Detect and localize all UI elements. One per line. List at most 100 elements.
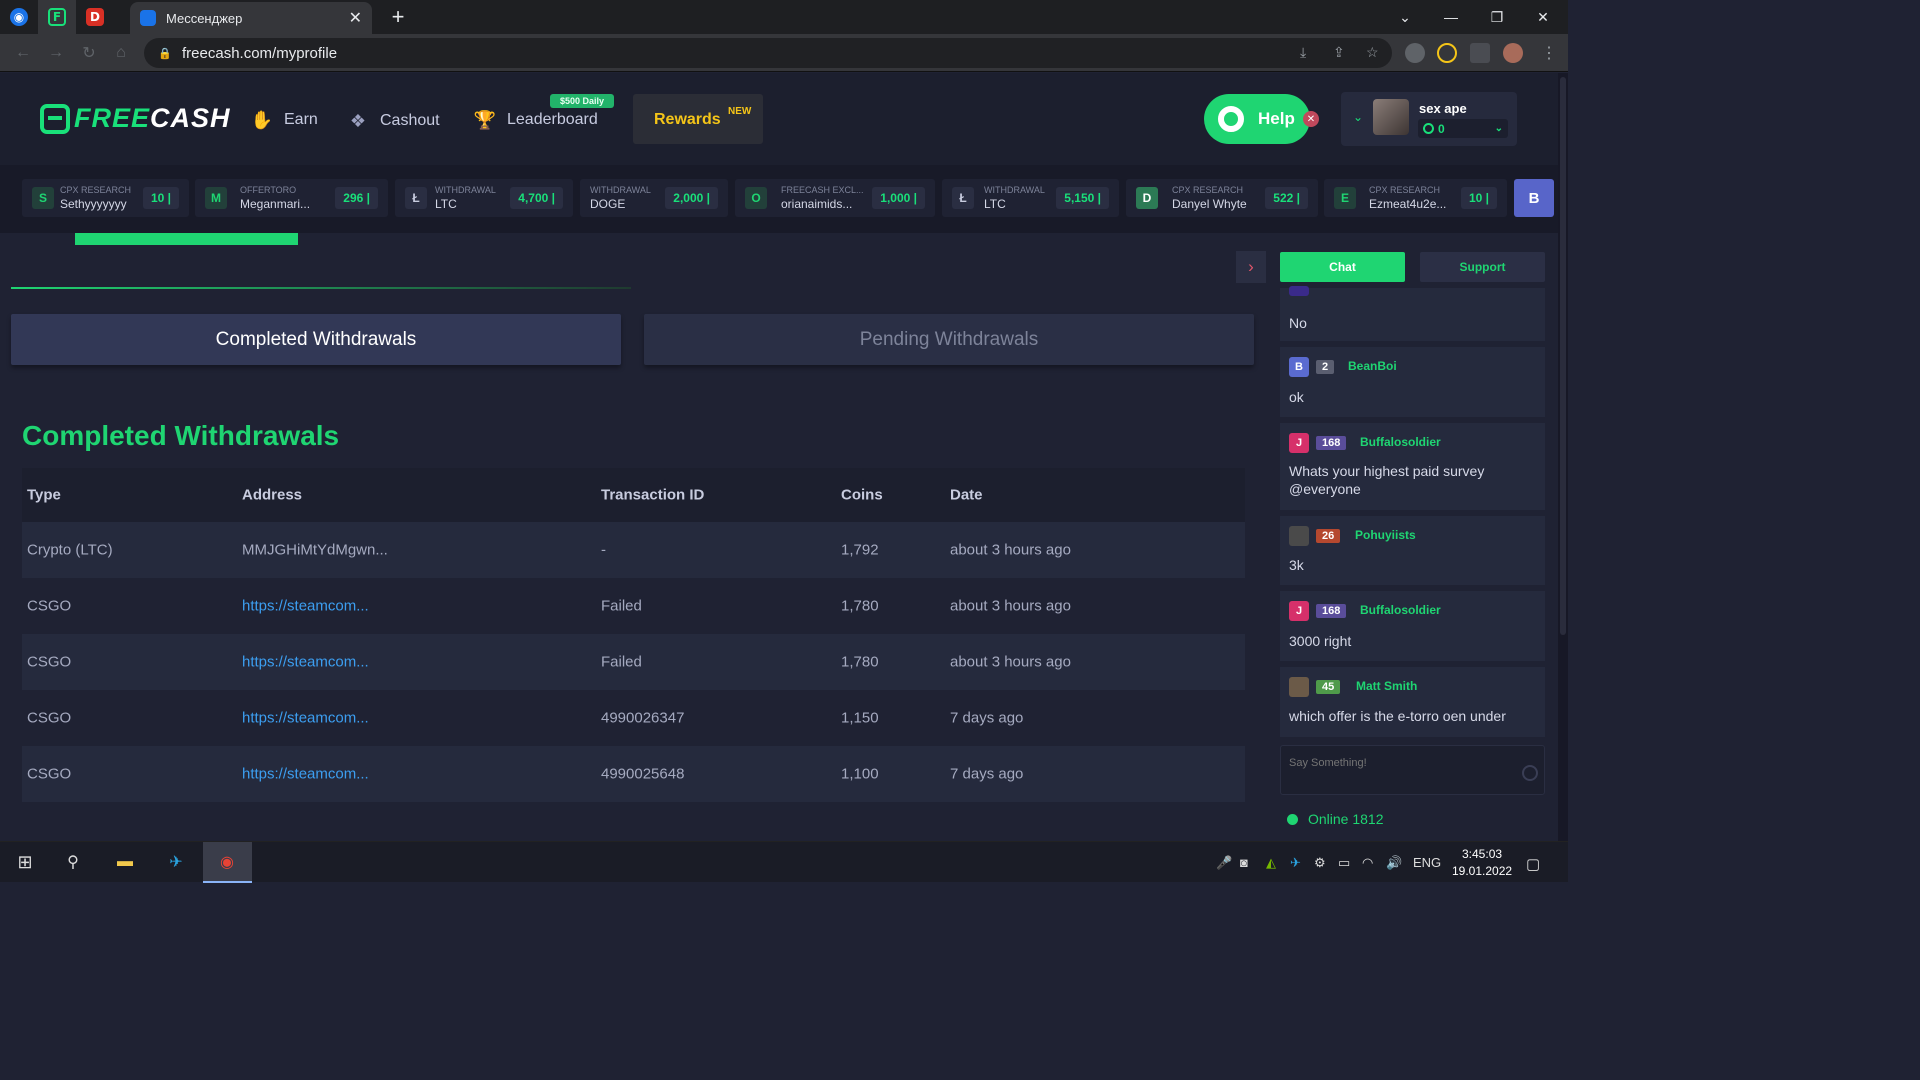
puzzle-extensions-icon[interactable] bbox=[1470, 43, 1490, 63]
tab-close-icon[interactable]: ✕ bbox=[349, 8, 362, 28]
chat-tab-button[interactable]: Chat bbox=[1280, 252, 1405, 282]
help-dismiss-icon[interactable]: ✕ bbox=[1303, 111, 1319, 127]
nav-earn[interactable]: ✋ Earn bbox=[250, 109, 318, 131]
freecash-logo[interactable]: FREE CASH bbox=[40, 103, 231, 134]
ticker-source: WITHDRAWAL bbox=[984, 185, 1045, 195]
chrome-icon[interactable]: ◉ bbox=[215, 850, 239, 874]
share-icon[interactable]: ⇪ bbox=[1333, 44, 1345, 61]
balance-chevron-icon: ⌄ bbox=[1494, 123, 1503, 134]
ticker-source: FREECASH EXCL... bbox=[781, 185, 864, 195]
ticker-user: LTC bbox=[435, 197, 457, 211]
address-field[interactable]: 🔒 freecash.com/myprofile bbox=[144, 38, 1392, 68]
cell-address-link[interactable]: https://steamcom... bbox=[242, 766, 369, 783]
balance-display[interactable]: 0 ⌄ bbox=[1418, 119, 1508, 138]
chat-username[interactable]: BeanBoi bbox=[1348, 359, 1397, 373]
ticker-user: orianaimids... bbox=[781, 197, 853, 211]
help-button[interactable]: Help bbox=[1204, 94, 1310, 144]
telegram-tray-icon[interactable]: ✈ bbox=[1290, 855, 1301, 871]
steam-icon[interactable]: ⚙ bbox=[1314, 855, 1326, 871]
cell-address-link[interactable]: https://steamcom... bbox=[242, 710, 369, 727]
tab-favicon-1[interactable]: ◉ bbox=[0, 0, 38, 34]
tab-pending-withdrawals[interactable]: Pending Withdrawals bbox=[644, 314, 1254, 365]
telegram-icon[interactable]: ✈ bbox=[164, 850, 188, 874]
d-app-icon: D bbox=[86, 8, 104, 26]
chevron-right-icon[interactable]: › bbox=[1236, 251, 1266, 283]
bookmark-star-icon[interactable]: ☆ bbox=[1366, 44, 1379, 61]
nav-rewards[interactable]: Rewards NEW bbox=[633, 94, 763, 144]
ticker-item[interactable]: Ł WITHDRAWAL LTC 4,700 | bbox=[395, 179, 573, 217]
nav-cashout[interactable]: ❖ Cashout bbox=[346, 110, 440, 132]
battery-icon[interactable]: ▭ bbox=[1338, 855, 1350, 871]
ticker-item[interactable]: Ł WITHDRAWAL LTC 5,150 | bbox=[942, 179, 1119, 217]
chat-username[interactable]: Buffalosoldier bbox=[1360, 435, 1441, 449]
ticker-user: Danyel Whyte bbox=[1172, 197, 1247, 211]
globe-extension-icon[interactable] bbox=[1405, 43, 1425, 63]
profile-avatar-icon[interactable] bbox=[1503, 43, 1523, 63]
volume-icon[interactable]: 🔊 bbox=[1386, 855, 1402, 871]
nvidia-icon[interactable]: ◭ bbox=[1266, 855, 1276, 871]
cell-date: 7 days ago bbox=[950, 765, 1024, 783]
ticker-item[interactable]: E CPX RESEARCH Ezmeat4u2e... 10 | bbox=[1324, 179, 1507, 217]
tab-active[interactable]: Мессенджер ✕ bbox=[130, 2, 372, 34]
notifications-icon[interactable]: ▢ bbox=[1526, 855, 1540, 873]
minimize-button[interactable]: — bbox=[1428, 0, 1474, 34]
ticker-avatar: D bbox=[1136, 187, 1158, 209]
page-scrollbar[interactable] bbox=[1558, 73, 1568, 841]
clock[interactable]: 3:45:03 19.01.2022 bbox=[1452, 846, 1512, 880]
coin-extension-icon[interactable] bbox=[1437, 43, 1457, 63]
ticker-item[interactable]: WITHDRAWAL DOGE 2,000 | bbox=[580, 179, 728, 217]
ticker-item[interactable]: D CPX RESEARCH Danyel Whyte 522 | bbox=[1126, 179, 1318, 217]
discord-icon[interactable]: ◙ bbox=[1240, 855, 1248, 870]
ticker-avatar: M bbox=[205, 187, 227, 209]
cell-type: CSGO bbox=[27, 709, 72, 727]
cell-address-link[interactable]: https://steamcom... bbox=[242, 598, 369, 615]
windows-start-icon[interactable]: ⊞ bbox=[13, 850, 37, 874]
messenger-icon bbox=[140, 10, 156, 26]
tab-favicon-2[interactable]: F bbox=[38, 0, 76, 34]
cell-date: 7 days ago bbox=[950, 709, 1024, 727]
chat-message: 26 Pohuyiists 3k bbox=[1280, 516, 1545, 585]
home-icon[interactable]: ⌂ bbox=[110, 42, 132, 64]
ticker-item[interactable]: O FREECASH EXCL... orianaimids... 1,000 … bbox=[735, 179, 935, 217]
ticker-avatar: S bbox=[32, 187, 54, 209]
user-menu[interactable]: ⌄ sex ape 0 ⌄ bbox=[1341, 92, 1517, 146]
mic-icon[interactable]: 🎤 bbox=[1216, 855, 1232, 871]
ticker-item[interactable]: B bbox=[1514, 179, 1554, 217]
cell-type: CSGO bbox=[27, 765, 72, 783]
cell-address-link[interactable]: https://steamcom... bbox=[242, 654, 369, 671]
chat-username[interactable]: Buffalosoldier bbox=[1360, 603, 1441, 617]
tab-search-icon[interactable]: ⌄ bbox=[1382, 0, 1428, 34]
restore-button[interactable]: ❐ bbox=[1474, 0, 1520, 34]
install-icon[interactable]: ⤓ bbox=[1300, 44, 1306, 61]
tab-completed-withdrawals[interactable]: Completed Withdrawals bbox=[11, 314, 621, 365]
language-indicator[interactable]: ENG bbox=[1413, 855, 1441, 870]
chat-username[interactable]: Matt Smith bbox=[1356, 679, 1417, 693]
forward-icon[interactable]: → bbox=[45, 42, 67, 64]
money-icon: ❖ bbox=[349, 110, 367, 131]
nav-leaderboard[interactable]: 🏆 Leaderboard bbox=[473, 109, 598, 131]
reload-icon[interactable]: ↻ bbox=[78, 42, 100, 64]
tab-favicon-3[interactable]: D bbox=[76, 0, 114, 34]
close-window-button[interactable]: ✕ bbox=[1520, 0, 1566, 34]
emoji-icon[interactable] bbox=[1522, 765, 1538, 781]
wifi-icon[interactable]: ◠ bbox=[1362, 855, 1373, 871]
ticker-item[interactable]: S CPX RESEARCH Sethyyyyyyy 10 | bbox=[22, 179, 189, 217]
file-explorer-icon[interactable]: ▬ bbox=[113, 850, 137, 874]
new-tab-button[interactable]: + bbox=[385, 4, 411, 30]
chat-username[interactable]: Pohuyiists bbox=[1355, 528, 1416, 542]
back-icon[interactable]: ← bbox=[12, 42, 34, 64]
chat-message-text: which offer is the e-torro oen under bbox=[1289, 708, 1506, 724]
chevron-down-icon[interactable]: ⌄ bbox=[1353, 110, 1363, 124]
support-tab-button[interactable]: Support bbox=[1420, 252, 1545, 282]
search-icon[interactable]: ⚲ bbox=[61, 850, 85, 874]
freecash-icon: F bbox=[48, 8, 66, 26]
scrollbar-thumb[interactable] bbox=[1560, 77, 1566, 635]
ticker-item[interactable]: M OFFERTORO Meganmari... 296 | bbox=[195, 179, 388, 217]
hand-coin-icon: ✋ bbox=[250, 109, 274, 130]
menu-kebab-icon[interactable]: ⋮ bbox=[1538, 42, 1560, 64]
ticker-user: Meganmari... bbox=[240, 197, 311, 211]
cell-coins: 1,792 bbox=[841, 541, 879, 559]
chat-input[interactable] bbox=[1289, 754, 1509, 772]
leaderboard-badge: $500 Daily bbox=[550, 94, 615, 108]
avatar: J bbox=[1289, 433, 1309, 453]
